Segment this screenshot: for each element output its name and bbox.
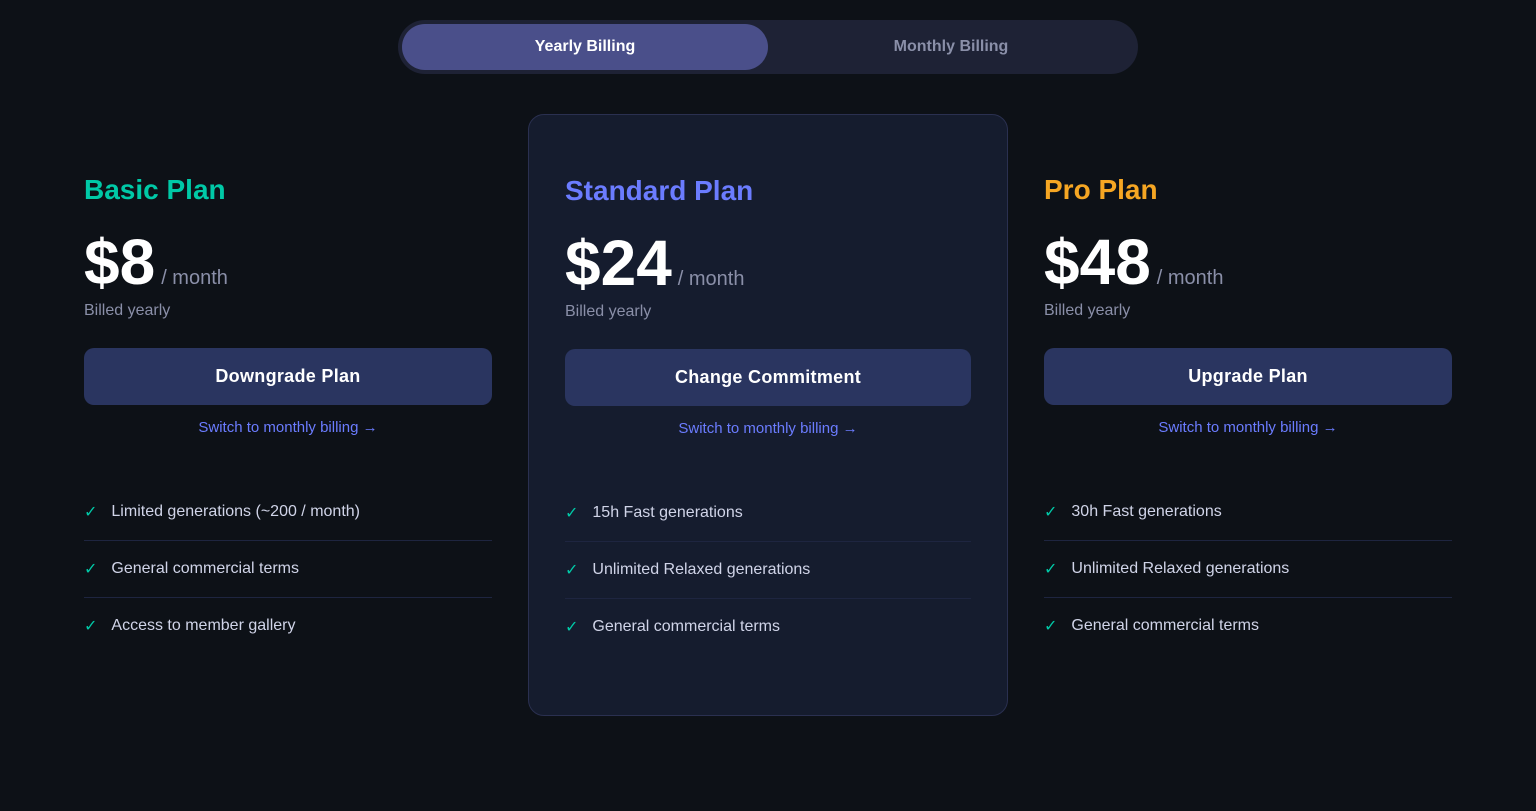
feature-text: General commercial terms	[111, 560, 299, 578]
switch-billing-link-pro[interactable]: Switch to monthly billing →	[1044, 419, 1452, 436]
feature-item: ✓ Access to member gallery	[84, 598, 492, 654]
feature-text: General commercial terms	[592, 618, 780, 636]
check-icon: ✓	[84, 616, 97, 636]
feature-item: ✓ 15h Fast generations	[565, 485, 971, 542]
feature-item: ✓ Unlimited Relaxed generations	[1044, 541, 1452, 598]
price-period-standard: / month	[678, 268, 745, 291]
check-icon: ✓	[1044, 616, 1057, 636]
feature-text: Unlimited Relaxed generations	[592, 561, 810, 579]
plan-name-basic: Basic Plan	[84, 174, 492, 206]
plan-card-basic: Basic Plan $8 / month Billed yearly Down…	[48, 134, 528, 694]
feature-item: ✓ 30h Fast generations	[1044, 484, 1452, 541]
feature-text: Unlimited Relaxed generations	[1071, 560, 1289, 578]
price-row-pro: $48 / month	[1044, 230, 1452, 294]
plans-container: Basic Plan $8 / month Billed yearly Down…	[40, 134, 1496, 716]
feature-item: ✓ General commercial terms	[1044, 598, 1452, 654]
yearly-billing-button[interactable]: Yearly Billing	[402, 24, 768, 70]
check-icon: ✓	[565, 617, 578, 637]
plan-button-basic[interactable]: Downgrade Plan	[84, 348, 492, 405]
check-icon: ✓	[1044, 559, 1057, 579]
plan-name-standard: Standard Plan	[565, 175, 971, 207]
feature-text: General commercial terms	[1071, 617, 1259, 635]
check-icon: ✓	[565, 560, 578, 580]
plan-card-standard: Standard Plan $24 / month Billed yearly …	[528, 114, 1008, 716]
plan-name-pro: Pro Plan	[1044, 174, 1452, 206]
check-icon: ✓	[84, 559, 97, 579]
feature-text: 30h Fast generations	[1071, 503, 1221, 521]
price-amount-basic: $8	[84, 230, 155, 294]
price-amount-pro: $48	[1044, 230, 1151, 294]
feature-item: ✓ General commercial terms	[565, 599, 971, 655]
check-icon: ✓	[1044, 502, 1057, 522]
feature-text: Limited generations (~200 / month)	[111, 503, 360, 521]
billing-toggle: Yearly Billing Monthly Billing	[398, 20, 1138, 74]
billed-text-basic: Billed yearly	[84, 302, 492, 320]
billed-text-standard: Billed yearly	[565, 303, 971, 321]
plan-button-standard[interactable]: Change Commitment	[565, 349, 971, 406]
feature-text: 15h Fast generations	[592, 504, 742, 522]
price-amount-standard: $24	[565, 231, 672, 295]
feature-item: ✓ Limited generations (~200 / month)	[84, 484, 492, 541]
feature-item: ✓ Unlimited Relaxed generations	[565, 542, 971, 599]
features-list-pro: ✓ 30h Fast generations ✓ Unlimited Relax…	[1044, 484, 1452, 654]
switch-billing-link-standard[interactable]: Switch to monthly billing →	[565, 420, 971, 437]
price-row-basic: $8 / month	[84, 230, 492, 294]
plan-card-pro: Pro Plan $48 / month Billed yearly Upgra…	[1008, 134, 1488, 694]
price-period-pro: / month	[1157, 267, 1224, 290]
feature-text: Access to member gallery	[111, 617, 295, 635]
features-list-standard: ✓ 15h Fast generations ✓ Unlimited Relax…	[565, 485, 971, 655]
plan-button-pro[interactable]: Upgrade Plan	[1044, 348, 1452, 405]
price-row-standard: $24 / month	[565, 231, 971, 295]
check-icon: ✓	[565, 503, 578, 523]
feature-item: ✓ General commercial terms	[84, 541, 492, 598]
billed-text-pro: Billed yearly	[1044, 302, 1452, 320]
switch-billing-link-basic[interactable]: Switch to monthly billing →	[84, 419, 492, 436]
features-list-basic: ✓ Limited generations (~200 / month) ✓ G…	[84, 484, 492, 654]
check-icon: ✓	[84, 502, 97, 522]
price-period-basic: / month	[161, 267, 228, 290]
monthly-billing-button[interactable]: Monthly Billing	[768, 24, 1134, 70]
